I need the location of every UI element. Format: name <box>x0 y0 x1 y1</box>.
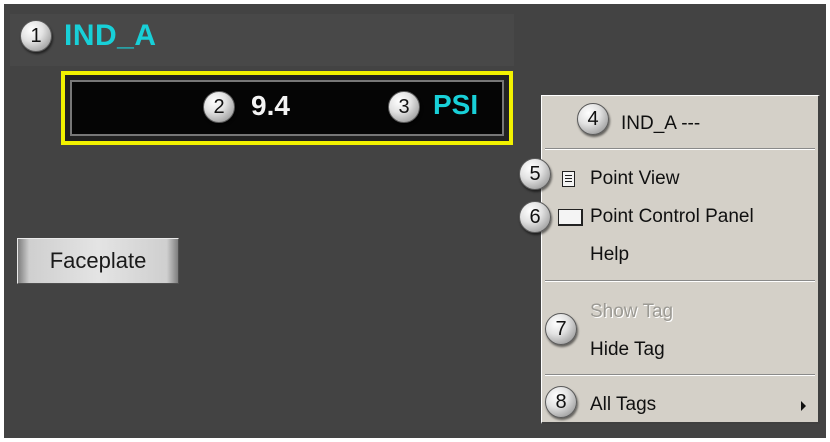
menu-separator <box>545 374 815 376</box>
menu-item-label: Help <box>590 244 630 265</box>
menu-item-label: Show Tag <box>590 301 674 322</box>
menu-separator <box>545 280 815 282</box>
point-view-icon <box>562 171 575 187</box>
faceplate-button[interactable]: Faceplate <box>17 238 179 284</box>
callout-badge-8: 8 <box>545 386 577 418</box>
menu-item-point-view[interactable]: Point View <box>542 164 818 194</box>
callout-badge-3: 3 <box>388 91 420 123</box>
submenu-arrow-icon <box>801 401 806 411</box>
tag-name-label[interactable]: IND_A <box>64 19 157 53</box>
context-menu: IND_A --- Point View Point Control Panel… <box>541 95 820 424</box>
menu-item-hide-tag[interactable]: Hide Tag <box>542 335 818 365</box>
menu-item-label: Hide Tag <box>590 339 665 360</box>
callout-badge-4: 4 <box>577 103 609 135</box>
menu-item-point-control-panel[interactable]: Point Control Panel <box>542 202 818 232</box>
menu-header-label: IND_A --- <box>621 113 701 134</box>
menu-item-label: Point View <box>590 168 680 189</box>
point-control-panel-icon <box>558 209 583 226</box>
callout-badge-7: 7 <box>545 313 577 345</box>
callout-badge-5: 5 <box>519 158 551 190</box>
menu-item-show-tag: Show Tag <box>542 297 818 327</box>
tag-unit: PSI <box>433 89 479 120</box>
callout-badge-2: 2 <box>203 91 235 123</box>
tag-value: 9.4 <box>251 90 290 121</box>
menu-item-help[interactable]: Help <box>542 240 818 270</box>
callout-badge-1: 1 <box>20 20 52 52</box>
callout-badge-6: 6 <box>519 201 551 233</box>
menu-item-all-tags[interactable]: All Tags <box>542 390 818 420</box>
menu-separator <box>545 148 815 150</box>
menu-item-label: All Tags <box>590 394 657 415</box>
menu-item-label: Point Control Panel <box>590 206 754 227</box>
